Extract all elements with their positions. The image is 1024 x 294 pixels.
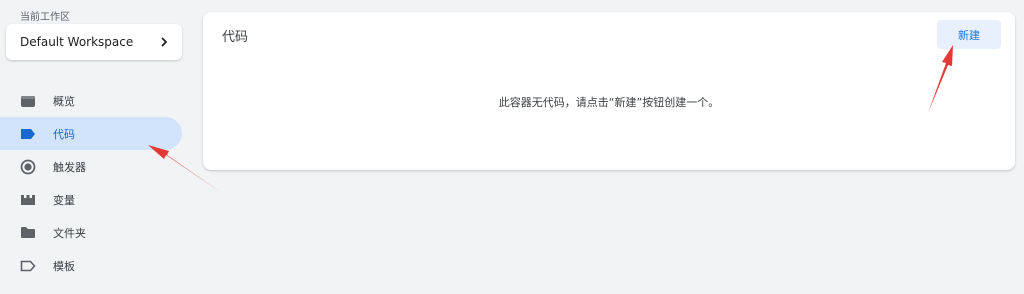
variable-icon <box>20 192 36 208</box>
folder-icon <box>20 225 36 241</box>
new-tag-button[interactable]: 新建 <box>937 20 1001 49</box>
sidebar-item-tags[interactable]: 代码 <box>0 117 182 150</box>
sidebar-item-overview[interactable]: 概览 <box>0 84 182 117</box>
empty-state-message: 此容器无代码，请点击“新建”按钮创建一个。 <box>498 96 720 109</box>
sidebar-item-triggers[interactable]: 触发器 <box>0 150 182 183</box>
sidebar-item-label: 代码 <box>53 127 75 141</box>
workspace-caption: 当前工作区 <box>20 12 70 23</box>
template-icon <box>20 258 36 274</box>
sidebar-item-label: 触发器 <box>53 160 86 174</box>
chevron-right-icon <box>161 37 168 47</box>
sidebar-item-label: 文件夹 <box>53 226 86 240</box>
sidebar-item-templates[interactable]: 模板 <box>0 249 182 282</box>
sidebar-nav: 概览 代码 触发器 变量 文件夹 模板 <box>0 84 182 282</box>
tag-icon <box>20 126 36 142</box>
workspace-name: Default Workspace <box>20 35 134 49</box>
workspace-selector[interactable]: Default Workspace <box>6 24 182 60</box>
trigger-icon <box>20 159 36 175</box>
sidebar-item-label: 模板 <box>53 259 75 273</box>
sidebar-item-label: 变量 <box>53 193 75 207</box>
page-title: 代码 <box>222 30 249 45</box>
sidebar-item-folders[interactable]: 文件夹 <box>0 216 182 249</box>
tags-card: 代码 新建 此容器无代码，请点击“新建”按钮创建一个。 <box>203 12 1015 170</box>
sidebar-item-label: 概览 <box>53 94 75 108</box>
sidebar-item-variables[interactable]: 变量 <box>0 183 182 216</box>
overview-icon <box>20 93 36 109</box>
